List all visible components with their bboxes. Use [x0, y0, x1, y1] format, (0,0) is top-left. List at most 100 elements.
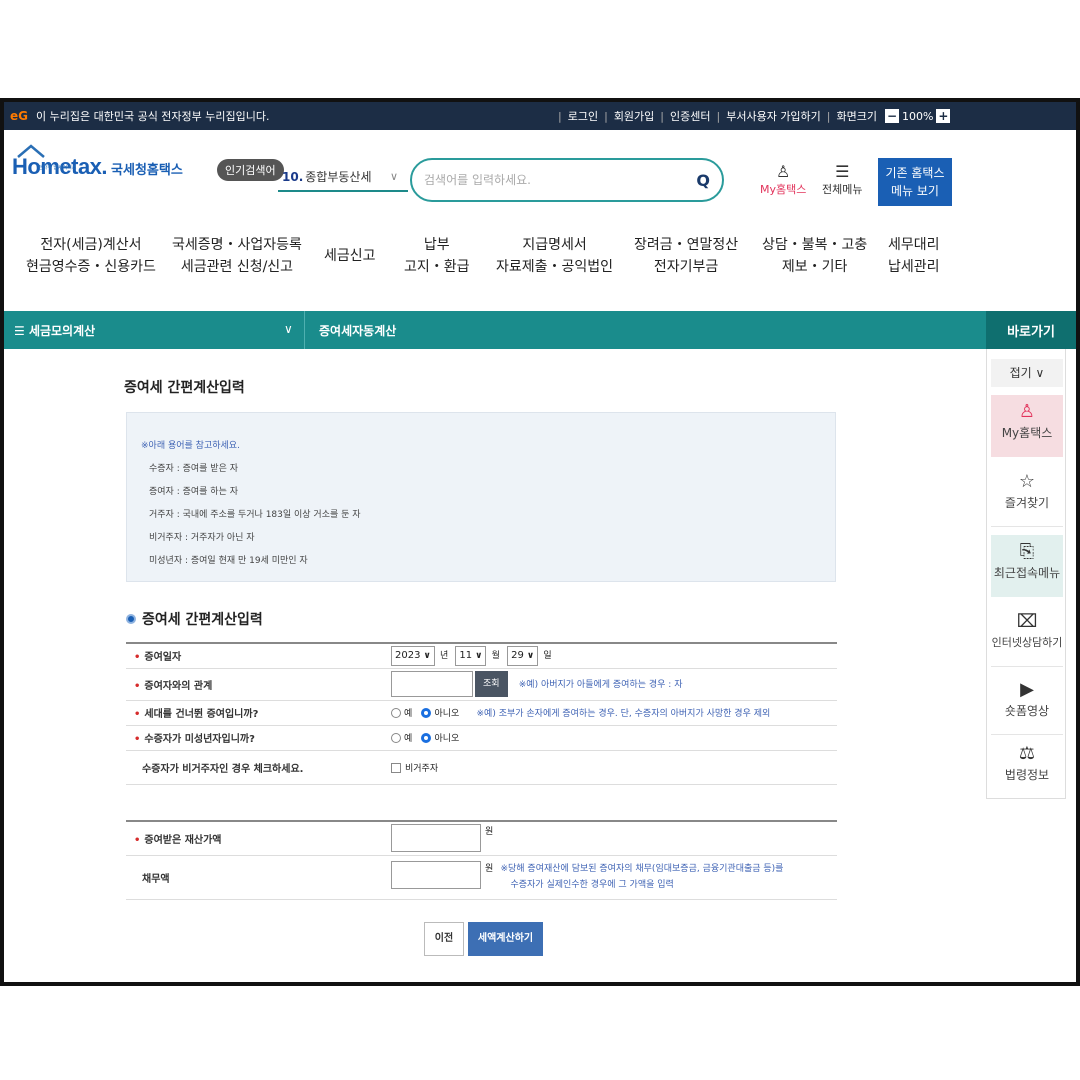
skip-gen-no-radio[interactable] [421, 708, 432, 718]
gift-date-label: 증여일자 [144, 652, 182, 664]
zoom-out-button[interactable]: − [885, 109, 899, 123]
nonresident-option-label: 비거주자 [405, 763, 439, 774]
nonresident-label: 수증자가 비거주자인 경우 체크하세요. [142, 763, 304, 775]
popular-search-term[interactable]: 10. 종합부동산세 [282, 168, 372, 185]
monitor-icon: ⌧ [1016, 611, 1038, 632]
login-link[interactable]: 로그인 [568, 108, 598, 124]
relation-hint: ※예) 아버지가 아들에게 증여하는 경우 : 자 [518, 680, 683, 690]
relation-label: 증여자와의 관계 [144, 680, 213, 692]
nav-certificates[interactable]: 국세증명・사업자등록 세금관련 신청/신고 [172, 234, 302, 278]
egov-logo: eG [10, 109, 28, 123]
quick-panel: 접기 ∨ ♙ My홈택스 ☆ 즐겨찾기 ⎘ 최근접속메뉴 ⌧ 인터넷상담하기 ▶ 숏폼영상… [986, 349, 1066, 799]
house-roof-icon [17, 144, 45, 158]
quick-link-header[interactable]: 바로가기 [986, 311, 1076, 349]
nav-payment[interactable]: 납부 고지・환급 [404, 234, 470, 278]
fold-button[interactable]: 접기 ∨ [991, 359, 1063, 387]
form-row-gift-date: • 증여일자 2023 ∨ 년 11 ∨ 월 29 ∨ 일 [126, 643, 837, 669]
page-title: 증여세 간편계산입력 [124, 380, 245, 396]
quick-my-hometax[interactable]: ♙ My홈택스 [991, 395, 1063, 457]
zoom-in-button[interactable]: + [936, 109, 951, 123]
breadcrumb-menu[interactable]: ☰ 세금모의계산 [14, 322, 95, 339]
breadcrumb-current[interactable]: 증여세자동계산 [304, 311, 410, 349]
search-box: Q [410, 158, 724, 202]
quick-shorts[interactable]: ▶ 숏폼영상 [991, 673, 1063, 735]
asset-label: 증여받은 재산가액 [144, 834, 222, 846]
asset-form: • 증여받은 재산가액 원 채무액 원 ※당해 증여재산에 담보된 증여자의 채무… [126, 820, 837, 900]
nav-incentives[interactable]: 장려금・연말정산 전자기부금 [634, 234, 738, 278]
gov-links: | 로그인 | 회원가입 | 인증센터 | 부서사용자 가입하기 | 화면크기 − 10… [558, 108, 951, 124]
dept-signup-link[interactable]: 부서사용자 가입하기 [726, 108, 821, 124]
info-note: ※아래 용어를 참고하세요. [141, 441, 240, 451]
no-label: 아니오 [434, 709, 460, 719]
nav-e-invoice[interactable]: 전자(세금)계산서 현금영수증・신용카드 [26, 234, 156, 278]
popular-underline [278, 190, 408, 192]
lookup-button[interactable]: 조회 [475, 671, 508, 697]
nav-consulting[interactable]: 상담・불복・고충 제보・기타 [762, 234, 867, 278]
debt-hint: ※당해 증여재산에 담보된 증여자의 채무(임대보증금, 금융기관대출금 등)를… [500, 864, 784, 890]
won-unit: 원 [485, 864, 494, 874]
minor-yes-radio[interactable] [391, 733, 401, 743]
gavel-icon: ⚖ [1018, 743, 1036, 764]
yes-label: 예 [404, 734, 413, 744]
year-unit: 년 [439, 650, 449, 661]
relation-input[interactable] [391, 671, 473, 697]
form-row-minor: • 수증자가 미성년자입니까? 예 아니오 [126, 725, 837, 751]
info-line: 비거주자 : 거주자가 아닌 자 [149, 533, 255, 543]
all-menu-button[interactable]: ☰ 전체메뉴 [822, 162, 862, 197]
calculate-tax-button[interactable]: 세액계산하기 [468, 922, 543, 956]
skip-gen-yes-radio[interactable] [391, 708, 401, 718]
yes-label: 예 [404, 709, 413, 719]
day-unit: 일 [543, 650, 552, 661]
browser-frame: eG 이 누리집은 대한민국 공식 전자정부 누리집입니다. | 로그인 | 회원… [0, 98, 1080, 986]
prev-button[interactable]: 이전 [424, 922, 464, 956]
chevron-down-icon[interactable]: ∨ [284, 322, 293, 336]
form-row-nonresident: 수증자가 비거주자인 경우 체크하세요. 비거주자 [126, 750, 837, 785]
nonresident-checkbox[interactable] [391, 762, 401, 773]
chevron-down-icon[interactable]: ∨ [390, 170, 398, 183]
user-icon: ♙ [776, 162, 791, 181]
debt-label: 채무액 [142, 873, 170, 885]
search-icon[interactable]: Q [696, 171, 710, 190]
main-nav: 전자(세금)계산서 현금영수증・신용카드 국세증명・사업자등록 세금관련 신청/신고… [4, 234, 1076, 294]
no-label: 아니오 [434, 734, 460, 744]
user-icon: ♙ [1018, 401, 1036, 422]
gift-tax-form: • 증여일자 2023 ∨ 년 11 ∨ 월 29 ∨ 일 • 증여자와의 관계 조회 ※… [126, 642, 837, 785]
info-line: 수증자 : 증여를 받은 자 [149, 464, 238, 474]
info-line: 거주자 : 국내에 주소를 두거나 183일 이상 거소를 둔 자 [149, 510, 361, 520]
nav-payment-statement[interactable]: 지급명세서 자료제출・공익법인 [496, 234, 613, 278]
breadcrumb-bar: ☰ 세금모의계산 ∨ 증여세자동계산 바로가기 [4, 311, 1076, 349]
gov-notice-text[interactable]: 이 누리집은 대한민국 공식 전자정부 누리집입니다. [36, 108, 270, 124]
document-search-icon: ⎘ [1019, 541, 1035, 562]
nav-tax-agent[interactable]: 세무대리 납세관리 [888, 234, 940, 278]
form-row-debt: 채무액 원 ※당해 증여재산에 담보된 증여자의 채무(임대보증금, 금융기관대… [126, 855, 837, 900]
quick-law-info[interactable]: ⚖ 법령정보 [991, 737, 1063, 799]
nav-tax-report[interactable]: 세금신고 [324, 245, 376, 267]
debt-input[interactable] [391, 861, 481, 889]
info-line: 미성년자 : 증여일 현재 만 19세 미만인 자 [149, 556, 308, 566]
info-line: 증여자 : 증여를 하는 자 [149, 487, 238, 497]
quick-recent-menu[interactable]: ⎘ 최근접속메뉴 [991, 535, 1063, 597]
year-select[interactable]: 2023 ∨ [391, 645, 435, 666]
form-row-asset: • 증여받은 재산가액 원 [126, 821, 837, 856]
hometax-logo[interactable]: 전자적 납세서비스 Hometax. 국세청홈택스 [12, 144, 183, 180]
term-info-box: ※아래 용어를 참고하세요. 수증자 : 증여를 받은 자 증여자 : 증여를 … [126, 412, 836, 582]
section-title: 증여세 간편계산입력 [126, 609, 263, 629]
form-row-relation: • 증여자와의 관계 조회 ※예) 아버지가 아들에게 증여하는 경우 : 자 [126, 668, 837, 701]
asset-input[interactable] [391, 824, 481, 853]
month-select[interactable]: 11 ∨ [455, 645, 487, 666]
skip-gen-label: 세대를 건너뛴 증여입니까? [144, 709, 259, 720]
quick-online-consult[interactable]: ⌧ 인터넷상담하기 [991, 605, 1063, 667]
gov-notice-bar: eG 이 누리집은 대한민국 공식 전자정부 누리집입니다. | 로그인 | 회원… [4, 102, 1076, 130]
search-input[interactable] [424, 173, 697, 187]
quick-favorites[interactable]: ☆ 즐겨찾기 [991, 465, 1063, 527]
cert-center-link[interactable]: 인증센터 [670, 108, 710, 124]
signup-link[interactable]: 회원가입 [614, 108, 654, 124]
minor-label: 수증자가 미성년자입니까? [144, 734, 255, 745]
day-select[interactable]: 29 ∨ [507, 645, 539, 666]
month-unit: 월 [491, 650, 500, 661]
old-menu-button[interactable]: 기존 홈택스 메뉴 보기 [878, 158, 952, 206]
star-icon: ☆ [1018, 471, 1036, 492]
my-hometax-button[interactable]: ♙ My홈택스 [760, 162, 806, 197]
minor-no-radio[interactable] [421, 733, 432, 743]
skip-gen-hint: ※예) 조부가 손자에게 증여하는 경우. 단, 수증자의 아버지가 사망한 경… [476, 709, 771, 719]
